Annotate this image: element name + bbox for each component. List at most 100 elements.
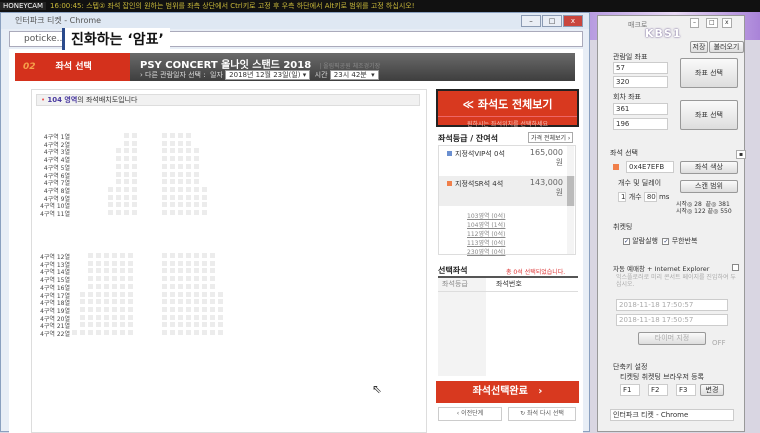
seat[interactable] — [120, 314, 125, 320]
seat[interactable] — [170, 156, 175, 162]
seat[interactable] — [186, 163, 191, 169]
loop-checkbox[interactable]: ✓ — [662, 237, 670, 245]
seat[interactable] — [194, 156, 199, 162]
seat[interactable] — [120, 268, 125, 274]
round-x-input[interactable]: 361 — [613, 103, 668, 115]
seat[interactable] — [162, 268, 167, 274]
seat[interactable] — [112, 306, 117, 312]
seat[interactable] — [186, 210, 191, 215]
seat[interactable] — [128, 283, 133, 289]
seat[interactable] — [112, 291, 117, 297]
seat[interactable] — [88, 291, 93, 297]
seat[interactable] — [96, 314, 101, 320]
seat[interactable] — [116, 202, 121, 208]
seat[interactable] — [194, 253, 199, 258]
seat[interactable] — [218, 322, 223, 328]
seat[interactable] — [170, 276, 175, 282]
seat[interactable] — [210, 299, 215, 305]
seat[interactable] — [170, 171, 175, 177]
save-button[interactable]: 저장 — [690, 41, 708, 53]
hotkey-f1[interactable]: F1 — [620, 384, 640, 396]
seat[interactable] — [112, 253, 117, 258]
price-all-button[interactable]: 가격 전체보기 › — [528, 132, 574, 143]
seat[interactable] — [194, 314, 199, 320]
seat[interactable] — [170, 210, 175, 215]
seat[interactable] — [112, 299, 117, 305]
date-y-input[interactable]: 320 — [613, 76, 668, 88]
seat[interactable] — [104, 330, 109, 335]
seat[interactable] — [162, 291, 167, 297]
alarm-checkbox[interactable]: ✓ — [623, 237, 630, 245]
seat[interactable] — [170, 179, 175, 185]
auto-checkbox[interactable] — [732, 264, 739, 271]
seat[interactable] — [202, 268, 207, 274]
grade-item[interactable]: 지정석VIP석 0석 165,000 원 — [439, 146, 575, 176]
seat[interactable] — [178, 179, 183, 185]
seat[interactable] — [162, 194, 167, 200]
prev-step-button[interactable]: ‹ 이전단계 — [438, 407, 502, 421]
delay-input[interactable]: 80 — [643, 192, 657, 202]
seat[interactable] — [170, 133, 175, 138]
seat[interactable] — [128, 314, 133, 320]
seat[interactable] — [178, 291, 183, 297]
seat[interactable] — [104, 306, 109, 312]
seat[interactable] — [170, 330, 175, 335]
seat[interactable] — [124, 163, 129, 169]
seat[interactable] — [128, 260, 133, 266]
seat[interactable] — [202, 186, 207, 192]
seat[interactable] — [178, 276, 183, 282]
seat[interactable] — [120, 260, 125, 266]
zone-link[interactable]: 113영역 (0석) — [467, 239, 575, 248]
seat[interactable] — [80, 322, 85, 328]
seat[interactable] — [202, 322, 207, 328]
seat[interactable] — [120, 291, 125, 297]
seat[interactable] — [116, 186, 121, 192]
seat[interactable] — [88, 330, 93, 335]
seat[interactable] — [178, 268, 183, 274]
seat[interactable] — [162, 148, 167, 154]
seat[interactable] — [120, 306, 125, 312]
hotkey-f2[interactable]: F2 — [648, 384, 668, 396]
time-select[interactable]: 23시 42분 ▾ — [329, 70, 379, 80]
seat[interactable] — [124, 171, 129, 177]
seat[interactable] — [162, 171, 167, 177]
seat[interactable] — [108, 210, 113, 215]
seat[interactable] — [128, 306, 133, 312]
seat[interactable] — [132, 163, 137, 169]
seat[interactable] — [178, 186, 183, 192]
seat[interactable] — [104, 283, 109, 289]
seat[interactable] — [80, 291, 85, 297]
seat[interactable] — [162, 260, 167, 266]
datetime-1[interactable]: 2018-11-18 17:50:57 — [616, 299, 728, 311]
seat[interactable] — [202, 306, 207, 312]
seat[interactable] — [112, 260, 117, 266]
seat[interactable] — [186, 268, 191, 274]
seat[interactable] — [128, 322, 133, 328]
seat[interactable] — [132, 179, 137, 185]
seat[interactable] — [162, 186, 167, 192]
seat[interactable] — [120, 322, 125, 328]
seat[interactable] — [120, 283, 125, 289]
seat[interactable] — [112, 276, 117, 282]
seat[interactable] — [178, 156, 183, 162]
seat[interactable] — [112, 322, 117, 328]
seat[interactable] — [170, 140, 175, 146]
seat[interactable] — [210, 260, 215, 266]
seat[interactable] — [132, 210, 137, 215]
seat[interactable] — [178, 322, 183, 328]
seat[interactable] — [104, 276, 109, 282]
seat[interactable] — [128, 276, 133, 282]
seat[interactable] — [112, 283, 117, 289]
hotkey-f3[interactable]: F3 — [676, 384, 696, 396]
seat[interactable] — [116, 194, 121, 200]
seat[interactable] — [186, 202, 191, 208]
seat[interactable] — [178, 260, 183, 266]
load-button[interactable]: 불러오기 — [709, 41, 744, 53]
seat[interactable] — [112, 330, 117, 335]
seat[interactable] — [72, 330, 77, 335]
reselect-button[interactable]: ↻ 좌석 다시 선택 — [508, 407, 576, 421]
seat[interactable] — [132, 202, 137, 208]
seat[interactable] — [162, 314, 167, 320]
seat[interactable] — [194, 148, 199, 154]
seat[interactable] — [178, 306, 183, 312]
